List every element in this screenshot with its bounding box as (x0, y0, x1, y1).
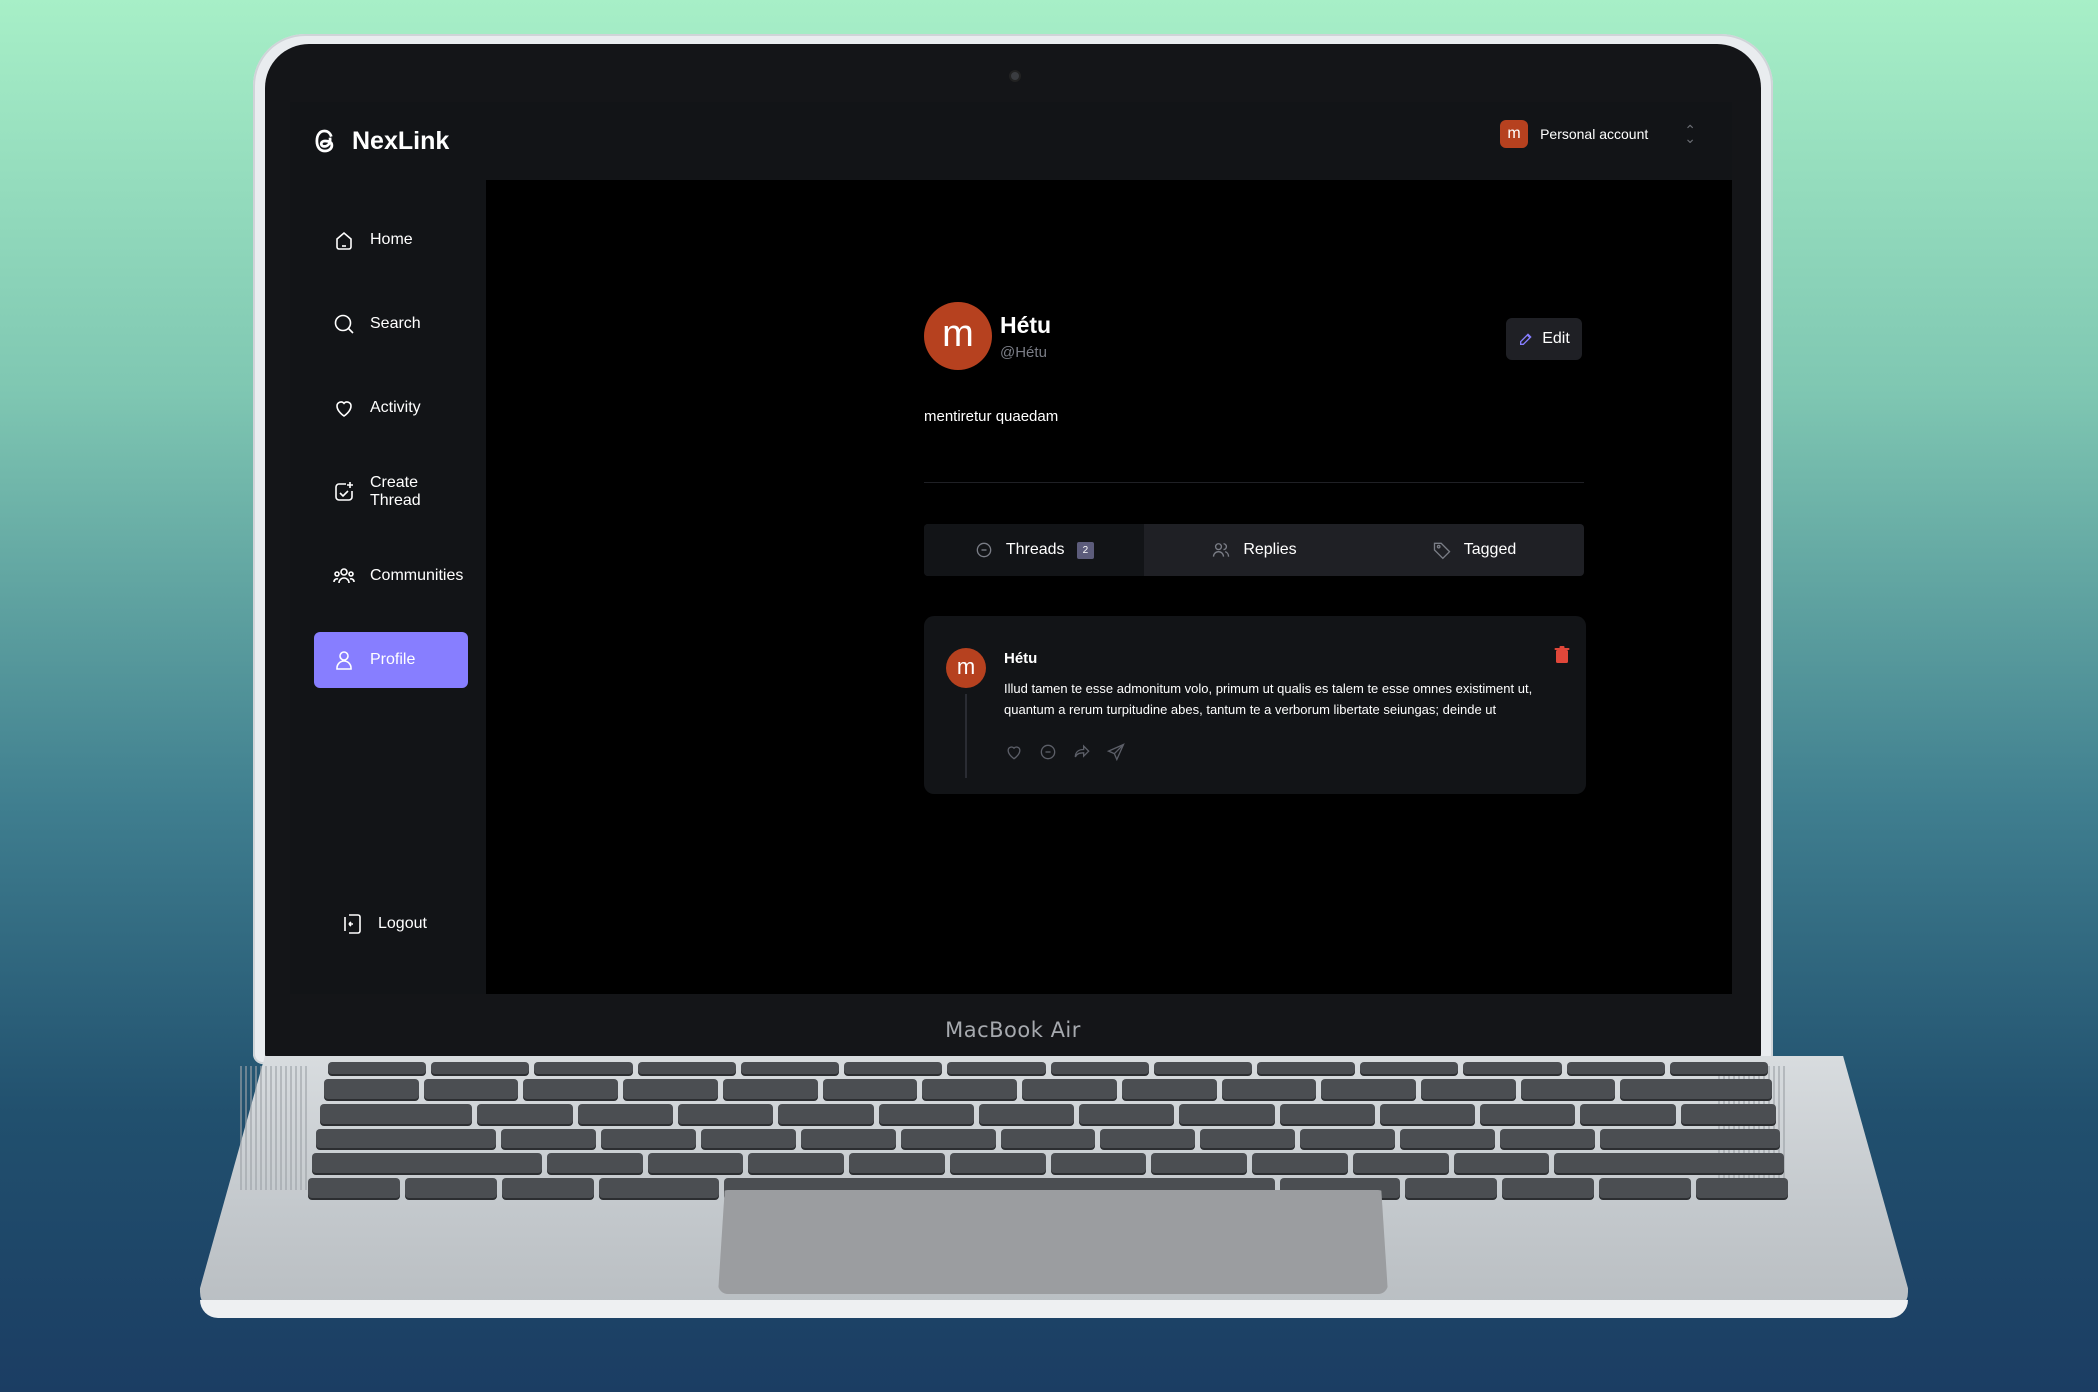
sidebar-item-label: Communities (370, 567, 464, 584)
profile-tabs: Threads 2 Replies Tagged (924, 524, 1584, 576)
sidebar-item-create-thread[interactable]: Create Thread (314, 464, 468, 520)
profile-bio: mentiretur quaedam (924, 408, 1059, 425)
chat-bubble-icon (976, 542, 992, 558)
create-thread-icon (335, 482, 353, 501)
logo-icon[interactable] (310, 126, 340, 156)
profile-handle: @Hétu (1000, 344, 1047, 361)
tab-label: Threads (1005, 541, 1065, 558)
search-icon (334, 314, 354, 334)
edit-icon (1520, 333, 1532, 345)
topbar: NexLink m Personal account ⌃ ⌄ (290, 102, 1732, 180)
sidebar-item-communities[interactable]: Communities (314, 548, 468, 604)
heart-icon (336, 401, 352, 417)
edit-label: Edit (1542, 330, 1570, 347)
account-switcher[interactable]: m Personal account ⌃ ⌄ (1500, 120, 1696, 148)
tab-tagged[interactable]: Tagged (1364, 524, 1584, 576)
speaker-grille (240, 1066, 310, 1190)
profile-icon (336, 651, 352, 670)
thread-author[interactable]: Hétu (1004, 650, 1037, 667)
members-icon (1213, 543, 1230, 557)
sidebar-item-label: Search (370, 315, 421, 332)
profile-main: m Hétu @Hétu Edit mentiretur quaedam Thr… (486, 180, 1732, 994)
app-screen: NexLink m Personal account ⌃ ⌄ Home Searc… (290, 102, 1732, 994)
profile-name: Hétu (1000, 312, 1052, 338)
keyboard (308, 1062, 1788, 1199)
communities-icon (333, 568, 355, 584)
tab-label: Replies (1243, 541, 1297, 558)
delete-icon[interactable] (1554, 646, 1570, 664)
account-avatar: m (1500, 120, 1529, 148)
camera-icon (1009, 70, 1021, 82)
sidebar-item-profile[interactable]: Profile (314, 632, 468, 688)
thread-author-avatar[interactable]: m (946, 648, 986, 688)
thread-text: Illud tamen te esse admonitum volo, prim… (1004, 681, 1533, 717)
thread-card: m Hétu Illud tamen te esse admonitum vol… (924, 616, 1586, 794)
tab-replies[interactable]: Replies (1144, 524, 1364, 576)
edit-profile-button[interactable]: Edit (1506, 318, 1582, 360)
profile-avatar: m (924, 302, 992, 370)
sidebar-item-label: Activity (370, 399, 421, 416)
thread-connector-line (965, 694, 967, 778)
heart-icon[interactable] (1004, 742, 1024, 762)
sidebar: Home Search Activity Create Thread Commu… (290, 180, 486, 994)
chevron-up-down-icon: ⌃ ⌄ (1684, 122, 1696, 146)
trackpad[interactable] (718, 1190, 1388, 1294)
logout-icon (344, 914, 361, 934)
thread-actions (1004, 742, 1126, 762)
tag-icon (1433, 542, 1451, 560)
home-icon (336, 231, 352, 250)
sidebar-item-label: Profile (370, 651, 416, 668)
share-icon[interactable] (1106, 742, 1126, 762)
tab-label: Tagged (1463, 541, 1517, 558)
sidebar-item-activity[interactable]: Activity (314, 380, 468, 436)
sidebar-item-label: Create Thread (370, 474, 421, 509)
reply-icon[interactable] (1038, 742, 1058, 762)
app-name: NexLink (352, 126, 450, 155)
repost-icon[interactable] (1072, 742, 1092, 762)
laptop-base-edge (200, 1300, 1908, 1318)
divider (924, 482, 1584, 483)
tab-threads[interactable]: Threads 2 (924, 524, 1144, 576)
sidebar-item-home[interactable]: Home (314, 212, 468, 268)
sidebar-item-label: Home (370, 231, 413, 248)
logout-label: Logout (378, 915, 427, 932)
device-label: MacBook Air (945, 1018, 1081, 1042)
sidebar-item-search[interactable]: Search (314, 296, 468, 352)
logout-button[interactable]: Logout (322, 896, 476, 952)
thread-count-badge: 2 (1076, 541, 1095, 559)
account-label: Personal account (1540, 126, 1649, 142)
